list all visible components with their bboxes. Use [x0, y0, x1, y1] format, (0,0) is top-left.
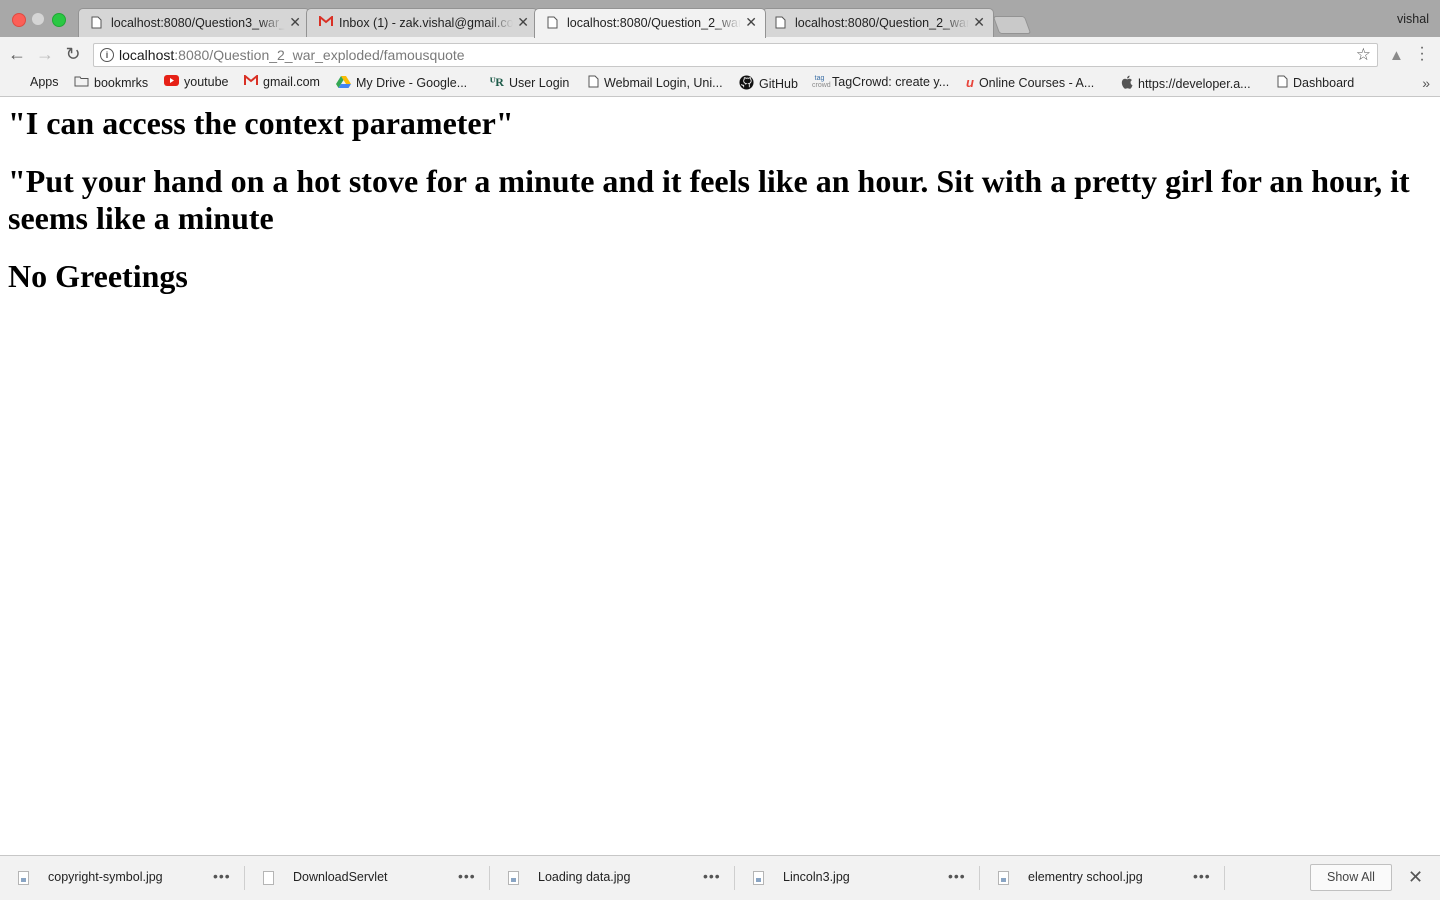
profile-name[interactable]: vishal: [1397, 12, 1429, 26]
tab-question3[interactable]: localhost:8080/Question3_war_exploded/ ✕: [78, 8, 310, 37]
download-filename: copyright-symbol.jpg: [48, 870, 163, 884]
bookmark-gmail[interactable]: gmail.com: [244, 73, 320, 89]
famous-quote-heading: "Put your hand on a hot stove for a minu…: [8, 163, 1410, 236]
download-filename: Loading data.jpg: [538, 870, 631, 884]
bookmark-user-login[interactable]: ᵁR User Login: [490, 75, 569, 90]
image-file-icon: [753, 871, 764, 885]
close-icon[interactable]: ✕: [1408, 867, 1423, 888]
gmail-icon: [319, 14, 333, 30]
gmail-icon: [244, 73, 258, 89]
page-icon: [547, 16, 558, 32]
more-options-icon[interactable]: •••: [703, 868, 721, 884]
tab-close-icon[interactable]: ✕: [973, 14, 985, 31]
menu-kebab-icon[interactable]: · · ·: [1417, 40, 1427, 68]
window-close-button[interactable]: [12, 13, 26, 27]
download-item[interactable]: DownloadServlet •••: [245, 856, 490, 900]
back-arrow-icon[interactable]: ←: [7, 44, 27, 64]
tab-title: Inbox (1) - zak.vishal@gmail.com: [339, 16, 513, 30]
page-icon: [91, 16, 102, 32]
bookmarks-overflow-chevron-icon[interactable]: »: [1422, 75, 1430, 91]
more-options-icon[interactable]: •••: [1193, 868, 1211, 884]
apps-grid-icon: [12, 76, 25, 89]
tab-strip: localhost:8080/Question3_war_exploded/ ✕…: [0, 0, 1440, 38]
greeting-heading: No Greetings: [8, 258, 188, 294]
download-filename: Lincoln3.jpg: [783, 870, 850, 884]
bookmark-apps[interactable]: Apps: [12, 75, 59, 89]
bookmark-my-drive[interactable]: My Drive - Google...: [336, 75, 467, 91]
tab-close-icon[interactable]: ✕: [289, 14, 301, 31]
more-options-icon[interactable]: •••: [458, 868, 476, 884]
image-file-icon: [998, 871, 1009, 885]
more-options-icon[interactable]: •••: [948, 868, 966, 884]
bookmark-star-icon[interactable]: ☆: [1356, 45, 1371, 65]
tab-question2-active[interactable]: localhost:8080/Question_2_war_exploded/ …: [534, 8, 766, 38]
window-maximize-button[interactable]: [52, 13, 66, 27]
divider: [1224, 866, 1225, 890]
bookmark-youtube[interactable]: youtube: [164, 75, 228, 89]
youtube-icon: [164, 75, 179, 89]
context-parameter-heading: "I can access the context parameter": [8, 105, 514, 141]
forward-arrow-icon[interactable]: →: [35, 44, 55, 64]
image-file-icon: [508, 871, 519, 885]
download-item[interactable]: Lincoln3.jpg •••: [735, 856, 980, 900]
bookmark-bookmrks[interactable]: bookmrks: [74, 75, 148, 90]
tab-title: localhost:8080/Question_2_war_exploded/: [567, 16, 741, 30]
bookmark-dashboard[interactable]: Dashboard: [1277, 75, 1354, 91]
google-drive-icon: [336, 75, 351, 91]
download-item[interactable]: Loading data.jpg •••: [490, 856, 735, 900]
file-icon: [263, 871, 274, 885]
bookmark-github[interactable]: GitHub: [739, 75, 798, 93]
tab-title: localhost:8080/Question_2_war_exploded/: [795, 16, 969, 30]
tab-gmail-inbox[interactable]: Inbox (1) - zak.vishal@gmail.com ✕: [306, 8, 538, 37]
ur-logo-icon: ᵁR: [490, 75, 504, 89]
tab-question2[interactable]: localhost:8080/Question_2_war_exploded/ …: [762, 8, 994, 37]
tab-close-icon[interactable]: ✕: [517, 14, 529, 31]
bookmark-online-courses[interactable]: u Online Courses - A...: [966, 75, 1094, 90]
page-icon: [1277, 75, 1288, 91]
bookmark-webmail[interactable]: Webmail Login, Uni...: [588, 75, 723, 91]
url-text[interactable]: localhost:8080/Question_2_war_exploded/f…: [119, 47, 465, 63]
extension-drive-icon[interactable]: ▲: [1389, 47, 1404, 64]
tab-title: localhost:8080/Question3_war_exploded/: [111, 16, 285, 30]
folder-icon: [74, 75, 89, 90]
reload-icon[interactable]: ↻: [63, 44, 83, 64]
bookmark-developer-apple[interactable]: https://developer.a...: [1121, 75, 1251, 92]
udemy-icon: u: [966, 75, 974, 90]
page-icon: [588, 75, 599, 91]
address-bar[interactable]: i localhost:8080/Question_2_war_exploded…: [93, 43, 1378, 67]
bookmark-tagcrowd[interactable]: tag crowd TagCrowd: create y...: [812, 75, 949, 89]
new-tab-button[interactable]: [992, 16, 1032, 34]
info-icon[interactable]: i: [100, 48, 114, 62]
window-minimize-button[interactable]: [32, 13, 44, 25]
tab-close-icon[interactable]: ✕: [745, 14, 757, 31]
download-filename: elementry school.jpg: [1028, 870, 1143, 884]
show-all-button[interactable]: Show All: [1310, 864, 1392, 891]
apple-icon: [1121, 75, 1133, 92]
page-content: "I can access the context parameter" "Pu…: [8, 96, 1432, 295]
bookmarks-bar: Apps bookmrks youtube gmail.com My Drive…: [0, 71, 1440, 97]
download-item[interactable]: elementry school.jpg •••: [980, 856, 1225, 900]
more-options-icon[interactable]: •••: [213, 868, 231, 884]
page-icon: [775, 16, 786, 32]
github-icon: [739, 75, 754, 93]
image-file-icon: [18, 871, 29, 885]
download-filename: DownloadServlet: [293, 870, 388, 884]
tagcrowd-icon: tag crowd: [812, 75, 831, 89]
downloads-shelf: copyright-symbol.jpg ••• DownloadServlet…: [0, 855, 1440, 900]
download-item[interactable]: copyright-symbol.jpg •••: [0, 856, 245, 900]
